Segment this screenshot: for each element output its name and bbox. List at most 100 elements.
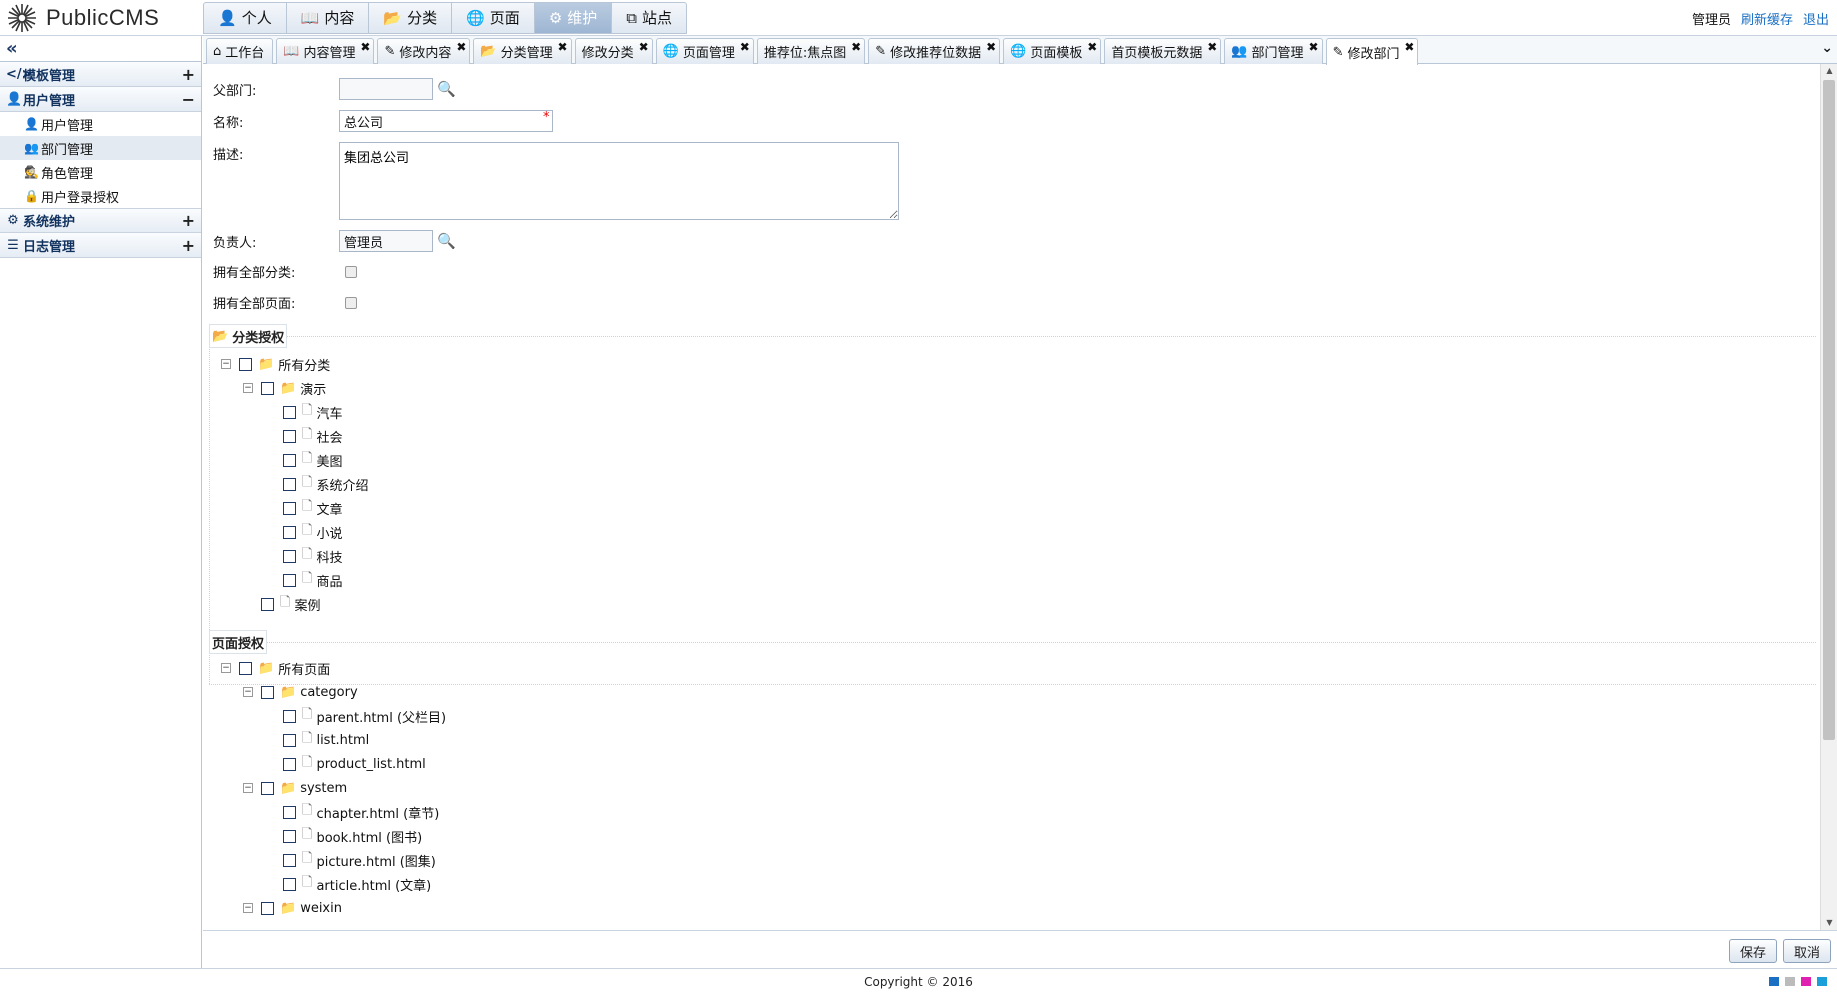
scroll-down-icon[interactable]: ▼ bbox=[1821, 916, 1837, 930]
tree-checkbox[interactable] bbox=[283, 757, 296, 771]
topnav-personal[interactable]: 👤 个人 bbox=[204, 3, 287, 33]
tree-checkbox[interactable] bbox=[261, 901, 274, 915]
collapse-icon[interactable]: − bbox=[243, 687, 253, 697]
collapse-icon[interactable]: − bbox=[243, 783, 253, 793]
tab-edit-content[interactable]: ✎ 修改内容 ✖ bbox=[377, 38, 471, 64]
tree-checkbox[interactable] bbox=[239, 357, 252, 371]
sidebar-group-system[interactable]: ⚙ 系统维护 + bbox=[0, 208, 201, 233]
tab-edit-recommend-data[interactable]: ✎ 修改推荐位数据 ✖ bbox=[868, 38, 1001, 64]
sidebar-item-department-management[interactable]: 👥 部门管理 bbox=[0, 136, 201, 160]
scrollbar-thumb[interactable] bbox=[1823, 80, 1835, 740]
topnav-site[interactable]: ⧉ 站点 bbox=[612, 3, 686, 33]
tree-node-leaf[interactable]: 🗋 美图 bbox=[283, 450, 342, 470]
topnav-content[interactable]: 📖 内容 bbox=[287, 3, 370, 33]
topnav-category[interactable]: 📂 分类 bbox=[369, 3, 453, 33]
collapse-icon[interactable]: − bbox=[221, 663, 231, 673]
expand-icon[interactable]: + bbox=[182, 236, 195, 255]
tree-node-leaf[interactable]: 🗋 社会 bbox=[283, 426, 342, 446]
topnav-maintenance[interactable]: ⚙ 维护 bbox=[534, 3, 613, 33]
tree-checkbox[interactable] bbox=[239, 661, 252, 675]
collapse-icon[interactable]: − bbox=[243, 903, 253, 913]
close-icon[interactable]: ✖ bbox=[558, 40, 568, 54]
tree-checkbox[interactable] bbox=[283, 429, 296, 443]
sidebar-item-role-management[interactable]: 🕵 角色管理 bbox=[0, 160, 201, 184]
tree-checkbox[interactable] bbox=[283, 405, 296, 419]
tree-node-leaf[interactable]: 🗋 product_list.html bbox=[283, 754, 426, 774]
close-icon[interactable]: ✖ bbox=[1207, 40, 1217, 54]
tree-node-leaf[interactable]: 🗋 book.html (图书) bbox=[283, 826, 422, 846]
collapse-icon[interactable]: − bbox=[221, 359, 231, 369]
tree-node-all-categories[interactable]: − 📁 所有分类 bbox=[221, 354, 330, 374]
owns-all-category-checkbox[interactable] bbox=[345, 265, 357, 278]
topnav-page[interactable]: 🌐 页面 bbox=[452, 3, 535, 33]
tree-node-leaf[interactable]: 🗋 article.html (文章) bbox=[283, 874, 431, 894]
sidebar-group-user[interactable]: 👤 用户管理 − bbox=[0, 87, 201, 112]
logo[interactable]: PublicCMS bbox=[6, 2, 159, 34]
tree-node-leaf[interactable]: 🗋 系统介绍 bbox=[283, 474, 368, 494]
tree-checkbox[interactable] bbox=[261, 685, 274, 699]
tree-node-weixin[interactable]: − 📁 weixin bbox=[243, 898, 342, 918]
collapse-sidebar-icon[interactable]: « bbox=[0, 36, 201, 62]
tree-checkbox[interactable] bbox=[283, 733, 296, 747]
tab-category-management[interactable]: 📂 分类管理 ✖ bbox=[473, 38, 572, 64]
tab-workbench[interactable]: ⌂ 工作台 bbox=[206, 38, 274, 64]
search-icon[interactable]: 🔍 bbox=[437, 80, 456, 98]
tree-node-leaf[interactable]: 🗋 小说 bbox=[283, 522, 342, 542]
theme-cyan-icon[interactable] bbox=[1817, 977, 1827, 986]
description-textarea[interactable]: 集团总公司 bbox=[339, 142, 899, 220]
search-icon[interactable]: 🔍 bbox=[437, 232, 456, 250]
close-icon[interactable]: ✖ bbox=[1087, 40, 1097, 54]
close-icon[interactable]: ✖ bbox=[639, 40, 649, 54]
tab-recommend-focus[interactable]: 推荐位:焦点图 ✖ bbox=[756, 38, 866, 64]
tab-home-template-metadata[interactable]: 首页模板元数据 ✖ bbox=[1104, 38, 1222, 64]
tree-checkbox[interactable] bbox=[283, 709, 296, 723]
tree-checkbox[interactable] bbox=[283, 477, 296, 491]
tree-node-demo[interactable]: − 📁 演示 bbox=[243, 378, 326, 398]
tree-checkbox[interactable] bbox=[283, 501, 296, 515]
tab-list-dropdown-icon[interactable]: ⌄ bbox=[1821, 40, 1833, 56]
cancel-button[interactable]: 取消 bbox=[1782, 939, 1831, 963]
tree-node-system[interactable]: − 📁 system bbox=[243, 778, 347, 798]
tree-node-leaf[interactable]: 🗋 汽车 bbox=[283, 402, 342, 422]
name-input[interactable] bbox=[339, 110, 553, 132]
tree-checkbox[interactable] bbox=[283, 829, 296, 843]
save-button[interactable]: 保存 bbox=[1728, 939, 1777, 963]
parent-department-input[interactable] bbox=[339, 78, 433, 100]
theme-gray-icon[interactable] bbox=[1785, 977, 1795, 986]
owns-all-page-checkbox[interactable] bbox=[345, 296, 357, 309]
owner-input[interactable] bbox=[339, 230, 433, 252]
expand-icon[interactable]: + bbox=[182, 65, 195, 84]
tab-department-management[interactable]: 👥 部门管理 ✖ bbox=[1224, 38, 1323, 64]
sidebar-item-user-management[interactable]: 👤 用户管理 bbox=[0, 112, 201, 136]
tree-checkbox[interactable] bbox=[283, 805, 296, 819]
tree-node-leaf[interactable]: 🗋 商品 bbox=[283, 570, 342, 590]
tab-edit-department[interactable]: ✎ 修改部门 ✖ bbox=[1325, 38, 1419, 65]
tab-page-management[interactable]: 🌐 页面管理 ✖ bbox=[655, 38, 754, 64]
tree-checkbox[interactable] bbox=[283, 453, 296, 467]
tree-node-leaf[interactable]: 🗋 list.html bbox=[283, 730, 369, 750]
close-icon[interactable]: ✖ bbox=[456, 40, 466, 54]
close-icon[interactable]: ✖ bbox=[360, 40, 370, 54]
collapse-icon[interactable]: − bbox=[182, 90, 195, 109]
content-scrollbar[interactable]: ▲ ▼ bbox=[1820, 64, 1837, 930]
sidebar-group-template[interactable]: </> 模板管理 + bbox=[0, 62, 201, 87]
tab-edit-category[interactable]: 修改分类 ✖ bbox=[574, 38, 653, 64]
tree-node-leaf[interactable]: 🗋 文章 bbox=[283, 498, 342, 518]
tree-checkbox[interactable] bbox=[261, 597, 274, 611]
scroll-up-icon[interactable]: ▲ bbox=[1821, 64, 1837, 78]
theme-pink-icon[interactable] bbox=[1801, 977, 1811, 986]
tree-node-leaf[interactable]: 🗋 parent.html (父栏目) bbox=[283, 706, 446, 726]
logout-link[interactable]: 退出 bbox=[1803, 9, 1829, 28]
tree-checkbox[interactable] bbox=[261, 781, 274, 795]
tree-checkbox[interactable] bbox=[283, 573, 296, 587]
tree-node-case[interactable]: 🗋 案例 bbox=[261, 594, 320, 614]
close-icon[interactable]: ✖ bbox=[1309, 40, 1319, 54]
tree-checkbox[interactable] bbox=[283, 853, 296, 867]
tab-page-template[interactable]: 🌐 页面模板 ✖ bbox=[1003, 38, 1102, 64]
tree-node-category[interactable]: − 📁 category bbox=[243, 682, 358, 702]
tree-checkbox[interactable] bbox=[283, 525, 296, 539]
tree-node-leaf[interactable]: 🗋 chapter.html (章节) bbox=[283, 802, 439, 822]
tree-checkbox[interactable] bbox=[283, 877, 296, 891]
close-icon[interactable]: ✖ bbox=[1404, 40, 1414, 54]
tree-node-all-pages[interactable]: − 📁 所有页面 bbox=[221, 658, 330, 678]
